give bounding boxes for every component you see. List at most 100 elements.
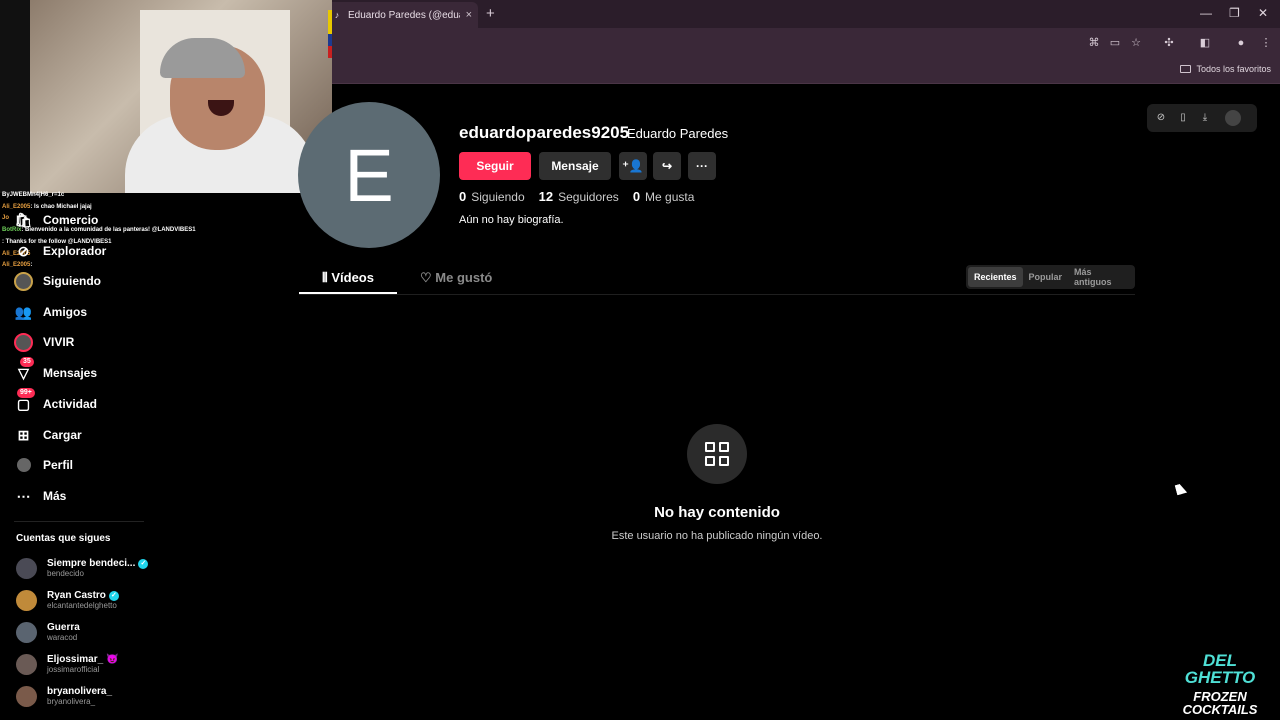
follow-button[interactable]: Seguir bbox=[459, 152, 531, 180]
tabs-divider bbox=[299, 294, 1135, 295]
new-tab-button[interactable]: + bbox=[486, 5, 495, 22]
add-user-icon: ⁺👤 bbox=[622, 159, 644, 173]
sort-popular[interactable]: Popular bbox=[1023, 267, 1069, 287]
followed-account[interactable]: bryanolivera_ bryanolivera_ bbox=[16, 681, 112, 711]
heart-lock-icon: ♡ bbox=[420, 270, 436, 285]
bookmark-star-icon[interactable]: ☆ bbox=[1129, 36, 1143, 50]
live-icon bbox=[14, 332, 33, 352]
sidebar-item-perfil[interactable]: Perfil bbox=[14, 452, 73, 478]
folder-icon bbox=[1180, 65, 1192, 73]
account-name: Eljossimar_ bbox=[47, 654, 104, 665]
sidebar-item-label: Comercio bbox=[43, 213, 99, 227]
webcam-flag bbox=[328, 10, 332, 58]
followed-account[interactable]: Guerra waracod bbox=[16, 617, 80, 647]
screen: ♪ Eduardo Paredes (@eduardopa × + — ❐ ✕ … bbox=[0, 0, 1280, 720]
menu-kebab-icon[interactable]: ⋮ bbox=[1259, 36, 1273, 50]
tab-videos-label: Vídeos bbox=[331, 270, 374, 285]
more-icon: ⋯ bbox=[16, 487, 31, 504]
chat-user: Jo bbox=[2, 215, 10, 222]
account-avatar bbox=[16, 621, 37, 643]
logo-line-3: COCKTAILS bbox=[1182, 702, 1258, 717]
sidebar-item-amigos[interactable]: 👥 Amigos bbox=[14, 299, 87, 325]
account-handle: jossimarofficial bbox=[47, 665, 100, 674]
sidebar-item-mensajes[interactable]: ▽ 35 Mensajes bbox=[14, 356, 98, 386]
more-options-button[interactable]: ··· bbox=[688, 152, 716, 180]
sidebar-item-comercio[interactable]: 🛍 Comercio bbox=[14, 207, 99, 233]
download-icon[interactable]: ⤓ bbox=[1199, 112, 1211, 124]
followed-account[interactable]: Siempre bendeci... ✓ bendecido bbox=[16, 553, 149, 583]
tab-liked[interactable]: ♡ Me gustó bbox=[420, 270, 492, 286]
minimize-icon[interactable]: — bbox=[1200, 6, 1212, 20]
phone-icon[interactable]: ▯ bbox=[1177, 112, 1189, 124]
sidebar-item-siguiendo[interactable]: Siguiendo bbox=[14, 268, 101, 294]
restore-icon[interactable]: ❐ bbox=[1229, 6, 1240, 20]
side-panel-icon[interactable]: ◧ bbox=[1198, 36, 1212, 50]
sidebar-item-label: Explorador bbox=[43, 244, 107, 258]
devil-emoji-icon: 😈 bbox=[106, 654, 119, 665]
install-app-icon[interactable]: ▭ bbox=[1108, 36, 1122, 50]
followed-account[interactable]: Ryan Castro ✓ elcantantedelghetto bbox=[16, 585, 119, 615]
all-bookmarks-label: Todos los favoritos bbox=[1196, 64, 1271, 74]
account-handle: elcantantedelghetto bbox=[47, 601, 117, 610]
shop-icon: 🛍 bbox=[14, 211, 33, 228]
empty-state-title: No hay contenido bbox=[654, 504, 780, 521]
upload-icon: ⊞ bbox=[17, 426, 30, 443]
followers-label: Seguidores bbox=[558, 190, 619, 204]
message-button[interactable]: Mensaje bbox=[539, 152, 611, 180]
followers-count: 12 bbox=[538, 189, 554, 204]
sidebar-divider bbox=[14, 521, 144, 522]
account-avatar bbox=[16, 653, 37, 675]
sort-segmented-control: Recientes Popular Más antiguos bbox=[966, 265, 1135, 289]
sort-recientes[interactable]: Recientes bbox=[968, 267, 1023, 287]
empty-grid-icon bbox=[687, 424, 747, 484]
verified-badge-icon: ✓ bbox=[108, 590, 119, 601]
tab-videos[interactable]: ⦀ Vídeos bbox=[322, 270, 374, 286]
likes-stat: 0 Me gusta bbox=[633, 189, 695, 204]
suggested-accounts-button[interactable]: ⁺👤 bbox=[619, 152, 647, 180]
del-ghetto-logo: DEL GHETTO FROZEN COCKTAILS bbox=[1166, 642, 1274, 717]
tab-close-icon[interactable]: × bbox=[466, 9, 472, 21]
sidebar-item-actividad[interactable]: ▢ 99+ Actividad bbox=[14, 387, 97, 417]
followers-stat[interactable]: 12 Seguidores bbox=[539, 189, 619, 204]
extensions-icon[interactable]: ✣ bbox=[1162, 36, 1176, 50]
profile-stats: 0 Siguiendo 12 Seguidores 0 Me gusta bbox=[459, 189, 694, 204]
likes-count: 0 bbox=[632, 189, 641, 204]
translate-icon[interactable]: ⌘ bbox=[1087, 36, 1101, 50]
account-avatar bbox=[16, 589, 37, 611]
live-avatar bbox=[14, 332, 33, 352]
messages-badge: 35 bbox=[20, 356, 34, 367]
sidebar-item-label: Siguiendo bbox=[43, 274, 101, 288]
profile-bio: Aún no hay biografía. bbox=[459, 214, 564, 226]
sidebar-item-vivir[interactable]: VIVIR bbox=[14, 329, 74, 355]
friends-icon: 👥 bbox=[14, 303, 33, 320]
share-icon: ↪ bbox=[661, 159, 673, 173]
profile-avatar-large: E bbox=[298, 102, 440, 248]
user-avatar[interactable] bbox=[1225, 110, 1241, 126]
browser-tab[interactable]: ♪ Eduardo Paredes (@eduardopa × bbox=[326, 2, 478, 28]
sidebar-item-label: Mensajes bbox=[43, 366, 98, 380]
all-bookmarks-button[interactable]: Todos los favoritos bbox=[1180, 64, 1271, 74]
sidebar-item-explorador[interactable]: ⊘ Explorador bbox=[14, 238, 107, 264]
account-handle: waracod bbox=[47, 633, 78, 642]
webcam-overlay bbox=[30, 0, 332, 193]
profile-avatar-icon[interactable]: ● bbox=[1234, 36, 1248, 50]
tiktok-favicon-icon: ♪ bbox=[334, 10, 340, 20]
profile-icon bbox=[14, 456, 33, 475]
sidebar-item-cargar[interactable]: ⊞ Cargar bbox=[14, 422, 82, 448]
verified-badge-icon: ✓ bbox=[138, 558, 149, 569]
account-avatar bbox=[16, 557, 37, 579]
sidebar-item-label: Perfil bbox=[43, 458, 74, 472]
following-count: 0 bbox=[459, 189, 467, 204]
compass-icon: ⊘ bbox=[17, 242, 30, 259]
sort-mas-antiguos[interactable]: Más antiguos bbox=[1068, 262, 1133, 292]
logo-line-1: DEL GHETTO bbox=[1184, 651, 1256, 687]
close-window-icon[interactable]: ✕ bbox=[1258, 6, 1268, 20]
account-name: Guerra bbox=[47, 622, 80, 633]
following-stat[interactable]: 0 Siguiendo bbox=[459, 189, 525, 204]
coin-icon[interactable]: ⊘ bbox=[1155, 112, 1167, 124]
share-button[interactable]: ↪ bbox=[653, 152, 681, 180]
sidebar-item-label: VIVIR bbox=[43, 335, 75, 349]
floating-toolbar: ⊘ ▯ ⤓ bbox=[1147, 104, 1257, 132]
followed-account[interactable]: Eljossimar_ 😈 jossimarofficial bbox=[16, 649, 119, 679]
sidebar-item-label: Cargar bbox=[43, 428, 82, 442]
